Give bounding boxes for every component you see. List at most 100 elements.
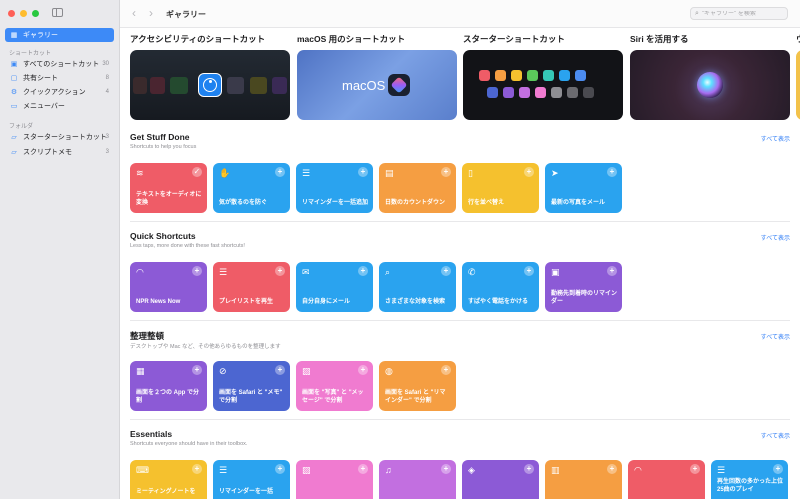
shortcut-tile[interactable]: ☰ + プレイリストを再生 (213, 262, 290, 312)
see-all-link[interactable]: すべて表示 (761, 332, 790, 341)
add-icon[interactable]: + (607, 167, 617, 177)
add-icon[interactable]: + (192, 365, 202, 375)
shortcut-tile[interactable]: ▦ + 画面を２つの App で分割 (130, 361, 207, 411)
back-icon[interactable]: ‹ (132, 7, 136, 19)
shortcut-tile[interactable]: ☰ + 再生回数の多かった上位25曲のプレイ (711, 460, 788, 499)
add-icon[interactable]: + (358, 365, 368, 375)
app-tile (250, 77, 267, 94)
shortcut-tile[interactable]: ◠ + (628, 460, 705, 499)
featured-card-partial[interactable] (796, 50, 800, 120)
minimize-window-button[interactable] (20, 10, 27, 17)
add-icon[interactable]: + (275, 266, 285, 276)
shortcut-tile[interactable]: ✉ + 自分自身にメール (296, 262, 373, 312)
item-count: 4 (105, 89, 109, 95)
sidebar-item-quick-actions[interactable]: ⚙ クイックアクション 4 (5, 85, 114, 99)
sidebar-item-share-sheet[interactable]: ▢ 共有シート 8 (5, 71, 114, 85)
tile-label: 画面を Safari と "メモ" で分割 (219, 390, 283, 404)
shortcut-tile[interactable]: ☰ + リマインダーを一括追加 (296, 163, 373, 213)
featured-card-accessibility[interactable] (130, 50, 290, 120)
shortcut-tile[interactable]: ♫ + (379, 460, 456, 499)
sidebar-toggle-icon[interactable] (52, 8, 63, 17)
shortcut-tile[interactable]: ⌕ + さまざまな対象を検索 (379, 262, 456, 312)
app-tile (150, 77, 165, 94)
featured-card-macos[interactable]: macOS (297, 50, 457, 120)
share-icon: ▢ (10, 75, 18, 82)
shortcut-tile[interactable]: ⌨ + ミーティングノートを (130, 460, 207, 499)
tile-label: ミーティングノートを (136, 489, 196, 495)
add-icon[interactable]: + (358, 266, 368, 276)
shortcut-tile[interactable]: ≋ ✓ テキストをオーディオに変換 (130, 163, 207, 213)
page-title: ギャラリー (166, 10, 206, 19)
add-icon[interactable]: + (275, 167, 285, 177)
section-title: Get Stuff Done (130, 132, 190, 142)
add-icon[interactable]: + (441, 464, 451, 474)
sidebar-item-label: スターターショートカット (23, 134, 107, 141)
add-icon[interactable]: + (358, 464, 368, 474)
add-icon[interactable]: + (275, 365, 285, 375)
list-icon: ☰ (219, 267, 228, 277)
list-icon: ☰ (302, 168, 311, 178)
search-field[interactable]: ⌕ (690, 7, 788, 20)
shortcut-tile[interactable]: ⊘ + 画面を Safari と "メモ" で分割 (213, 361, 290, 411)
photo-icon: ▨ (302, 366, 311, 376)
add-icon[interactable]: + (524, 266, 534, 276)
sidebar: ▦ ギャラリー ショートカット ▣ すべてのショートカット 30 ▢ 共有シート… (0, 0, 120, 499)
sidebar-item-gallery[interactable]: ▦ ギャラリー (5, 28, 114, 42)
featured-card-siri[interactable] (630, 50, 790, 120)
add-icon[interactable]: + (192, 266, 202, 276)
add-icon[interactable]: + (524, 167, 534, 177)
see-all-link[interactable]: すべて表示 (761, 233, 790, 242)
add-icon[interactable]: + (441, 167, 451, 177)
search-input[interactable] (701, 10, 782, 17)
add-icon[interactable]: + (441, 266, 451, 276)
sidebar-item-label: メニューバー (23, 103, 65, 110)
keyboard-icon: ⌨ (136, 465, 149, 475)
shortcut-tile[interactable]: ✆ + すばやく電話をかける (462, 262, 539, 312)
music-icon: ♫ (385, 465, 392, 475)
app-tile (535, 87, 546, 98)
shortcut-tile[interactable]: ◠ + NPR News Now (130, 262, 207, 312)
add-icon[interactable]: + (441, 365, 451, 375)
app-tile (495, 70, 506, 81)
paperplane-icon: ➤ (551, 168, 559, 178)
shortcut-tile[interactable]: ▥ + (545, 460, 622, 499)
close-window-button[interactable] (8, 10, 15, 17)
app-tile (551, 87, 562, 98)
photo-icon: ▨ (302, 465, 311, 475)
shortcut-tile[interactable]: ◈ + (462, 460, 539, 499)
shortcut-tile[interactable]: ▣ + 勤務先到着時のリマインダー (545, 262, 622, 312)
tile-label: 行を並べ替え (468, 200, 505, 206)
add-icon[interactable]: + (607, 464, 617, 474)
section-quick-shortcuts: Quick Shortcuts Less taps, more done wit… (130, 231, 790, 321)
shortcut-tile[interactable]: ▨ + 画面を "写真" と "メッセージ" で分割 (296, 361, 373, 411)
sidebar-item-menu-bar[interactable]: ▭ メニューバー (5, 99, 114, 113)
tile-label: 勤務先到着時のリマインダー (551, 291, 618, 305)
shortcut-tile[interactable]: ◍ + 画面を Safari と "リマインダー" で分割 (379, 361, 456, 411)
shortcut-tile[interactable]: ▤ + 日数のカウントダウン (379, 163, 456, 213)
app-tile (479, 70, 490, 81)
sidebar-folder-starter[interactable]: ▱ スターターショートカット 3 (5, 130, 114, 144)
shortcut-tile[interactable]: ☰ + リマインダーを一括 (213, 460, 290, 499)
see-all-link[interactable]: すべて表示 (761, 134, 790, 143)
list-icon: ☰ (717, 465, 726, 475)
featured-card-starter[interactable] (463, 50, 623, 120)
added-check-icon[interactable]: ✓ (192, 167, 202, 177)
add-icon[interactable]: + (773, 464, 783, 474)
shortcut-tile[interactable]: ▨ + (296, 460, 373, 499)
see-all-link[interactable]: すべて表示 (761, 431, 790, 440)
zoom-window-button[interactable] (32, 10, 39, 17)
add-icon[interactable]: + (275, 464, 285, 474)
section-divider (130, 221, 790, 222)
add-icon[interactable]: + (524, 464, 534, 474)
section-divider (130, 419, 790, 420)
shortcut-tile[interactable]: ▯ + 行を並べ替え (462, 163, 539, 213)
sidebar-folder-script-memo[interactable]: ▱ スクリプトメモ 3 (5, 145, 114, 159)
add-icon[interactable]: + (358, 167, 368, 177)
forward-icon[interactable]: › (149, 7, 153, 19)
add-icon[interactable]: + (690, 464, 700, 474)
add-icon[interactable]: + (607, 266, 617, 276)
add-icon[interactable]: + (192, 464, 202, 474)
sidebar-item-all-shortcuts[interactable]: ▣ すべてのショートカット 30 (5, 57, 114, 71)
shortcut-tile[interactable]: ➤ + 最新の写真をメール (545, 163, 622, 213)
shortcut-tile[interactable]: ✋ + 気が散るのを防ぐ (213, 163, 290, 213)
